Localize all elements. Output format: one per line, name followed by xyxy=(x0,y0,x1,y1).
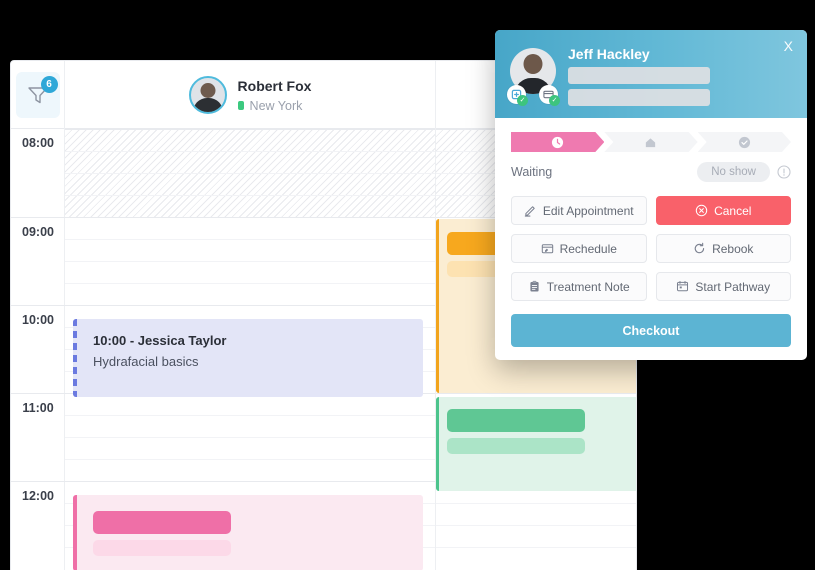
appointment-subtitle: Hydrafacial basics xyxy=(93,354,199,369)
avatar xyxy=(188,76,227,114)
time-label: 08:00 xyxy=(22,136,54,150)
staff-location: New York xyxy=(237,98,312,113)
appointment-detail-popup: X ✓ ✓ Jeff Hackley Waiting No show Edit … xyxy=(495,30,807,360)
hour-cell[interactable] xyxy=(65,217,435,305)
reschedule-button[interactable]: Rechedule xyxy=(511,234,647,263)
time-label: 11:00 xyxy=(11,393,65,481)
cancel-circle-icon xyxy=(695,204,708,217)
no-show-button[interactable]: No show xyxy=(697,162,770,182)
clipboard-icon xyxy=(530,280,539,292)
patient-name: Jeff Hackley xyxy=(568,46,650,62)
rebook-button[interactable]: Rebook xyxy=(655,234,791,263)
cancel-label: Cancel xyxy=(714,203,752,218)
filter-badge-count: 6 xyxy=(40,76,58,93)
filter-button[interactable]: 6 xyxy=(15,72,60,118)
rebook-label: Rebook xyxy=(712,241,754,256)
time-label: 10:00 xyxy=(11,305,65,393)
start-pathway-button[interactable]: Start Pathway xyxy=(655,272,791,301)
step-waiting[interactable] xyxy=(511,132,604,152)
time-axis: 08:00 09:00 10:00 11:00 12:00 xyxy=(11,129,65,570)
skeleton-bar-secondary xyxy=(93,540,231,556)
patient-detail-skeleton-1 xyxy=(568,67,710,84)
treatment-note-label: Treatment Note xyxy=(546,279,630,294)
appointment-accent-bar xyxy=(436,397,439,491)
hour-cell[interactable] xyxy=(65,393,435,481)
schedule-column-1[interactable]: 10:00 - Jessica Taylor Hydrafacial basic… xyxy=(65,129,436,570)
status-dot-icon xyxy=(237,101,244,111)
refresh-icon xyxy=(694,242,705,254)
appointment-green-placeholder[interactable] xyxy=(436,397,636,491)
status-row: Waiting No show xyxy=(511,162,791,182)
hour-cell[interactable] xyxy=(436,481,636,569)
check-icon: ✓ xyxy=(549,95,560,106)
info-circle-icon[interactable] xyxy=(777,165,791,179)
appointment-pink-placeholder[interactable] xyxy=(73,495,423,570)
start-pathway-label: Start Pathway xyxy=(695,279,771,294)
treatment-verified-icon: ✓ xyxy=(507,85,528,106)
edit-appointment-label: Edit Appointment xyxy=(542,203,634,218)
screen: 6 Robert Fox New York 08:00 09:00 10:00 … xyxy=(0,0,815,570)
filter-cell: 6 xyxy=(11,61,65,129)
patient-detail-skeleton-2 xyxy=(568,89,710,106)
step-completed[interactable] xyxy=(698,132,791,152)
time-label: 12:00 xyxy=(11,481,65,569)
close-icon[interactable]: X xyxy=(784,39,793,53)
cancel-button[interactable]: Cancel xyxy=(655,196,791,225)
hour-cell-blocked[interactable] xyxy=(65,129,435,217)
appointment-accent-bar xyxy=(73,495,77,570)
popup-header: X ✓ ✓ Jeff Hackley xyxy=(495,30,807,118)
check-icon: ✓ xyxy=(517,95,528,106)
payment-verified-icon: ✓ xyxy=(539,85,560,106)
calendar-icon xyxy=(677,280,689,292)
check-circle-icon xyxy=(738,136,750,148)
skeleton-bar-primary xyxy=(447,409,585,432)
time-label: 09:00 xyxy=(11,217,65,305)
appointment-accent-bar xyxy=(436,219,439,393)
staff-column-header-1[interactable]: Robert Fox New York xyxy=(65,61,436,129)
staff-location-label: New York xyxy=(249,98,303,113)
checkout-button[interactable]: Checkout xyxy=(511,314,791,347)
step-in-room[interactable] xyxy=(604,132,697,152)
edit-appointment-button[interactable]: Edit Appointment xyxy=(511,196,647,225)
clock-icon xyxy=(552,136,564,148)
appointment-title: 10:00 - Jessica Taylor xyxy=(93,333,227,348)
action-button-grid: Edit Appointment Cancel Rechedule Rebook… xyxy=(511,196,791,301)
reschedule-label: Rechedule xyxy=(559,241,617,256)
skeleton-bar-primary xyxy=(93,511,231,534)
popup-body: Waiting No show Edit Appointment Cancel … xyxy=(495,118,807,360)
appointment-jessica-taylor[interactable]: 10:00 - Jessica Taylor Hydrafacial basic… xyxy=(73,319,423,397)
status-label: Waiting xyxy=(511,165,553,179)
appointment-status-stepper xyxy=(511,132,791,152)
appointment-accent-bar xyxy=(73,319,77,397)
staff-name: Robert Fox xyxy=(237,78,312,95)
pencil-icon xyxy=(524,206,535,217)
treatment-note-button[interactable]: Treatment Note xyxy=(511,272,647,301)
skeleton-bar-secondary xyxy=(447,438,585,454)
home-icon xyxy=(646,137,656,147)
calendar-edit-icon xyxy=(541,244,553,254)
